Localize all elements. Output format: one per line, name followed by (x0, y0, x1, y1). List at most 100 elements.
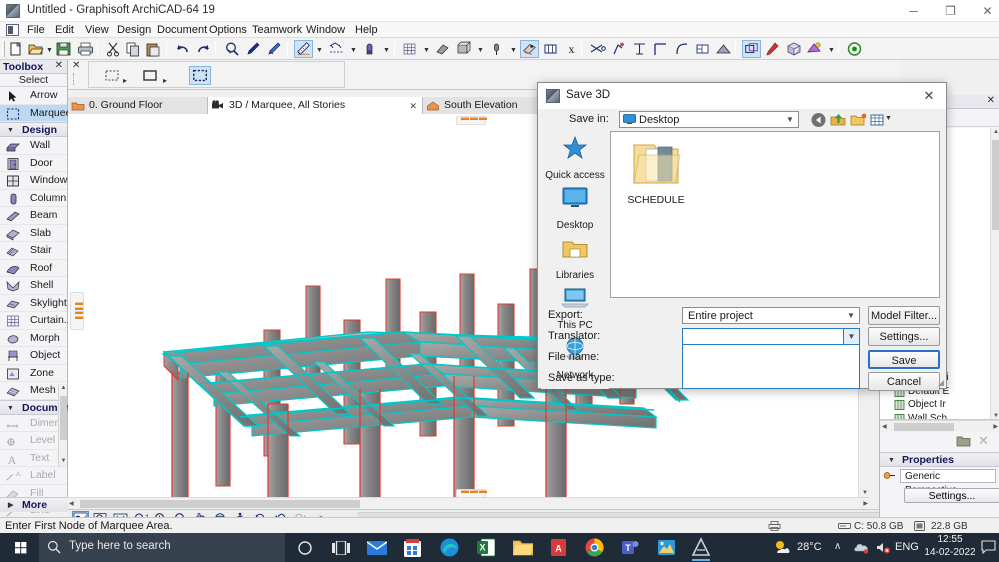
dimension-tool-button[interactable] (327, 40, 346, 58)
options-grip[interactable] (73, 73, 81, 85)
menu-window[interactable]: Window (301, 23, 350, 37)
dialog-close-button[interactable]: ✕ (912, 83, 946, 109)
view-settings-button[interactable]: Settings... (904, 488, 999, 503)
zone-dropdown-arrow[interactable]: ▼ (381, 40, 392, 58)
place-desktop[interactable]: Desktop (541, 181, 609, 231)
toolbox-item-shell[interactable]: Shell (0, 277, 67, 295)
toolbox-item-text[interactable]: A Text (0, 450, 67, 467)
marquee-thick-button[interactable] (189, 66, 211, 85)
tree-item-object-inventory[interactable]: Object Ir (880, 398, 999, 412)
weather-sun-cloud-icon[interactable] (774, 539, 792, 559)
task-view-icon[interactable] (332, 540, 350, 558)
tree-vscroll-thumb[interactable] (992, 140, 999, 230)
toolbox-item-skylight[interactable]: Skylight (0, 295, 67, 312)
dialog-settings-button[interactable]: Settings... (868, 327, 940, 346)
toolbox-item-door[interactable]: Door (0, 155, 67, 172)
photos-icon[interactable] (657, 538, 676, 560)
file-item-schedule[interactable]: SCHEDULE (616, 137, 696, 206)
windows-start-icon[interactable] (5, 537, 37, 559)
toolbox-item-wall[interactable]: Wall (0, 137, 67, 155)
tree-hscroll-thumb[interactable] (894, 423, 954, 431)
adobe-acrobat-icon[interactable]: A (550, 538, 567, 560)
minimize-button[interactable]: ─ (895, 0, 932, 22)
toolbox-item-mesh[interactable]: Mesh (0, 382, 67, 400)
toolbox-item-beam[interactable]: Beam (0, 207, 67, 225)
tree-item-wall-schedule[interactable]: Wall Sch (880, 412, 999, 419)
redo-button[interactable] (194, 40, 213, 58)
toolbox-item-marquee[interactable]: Marquee (0, 104, 71, 122)
notification-icon[interactable] (981, 540, 996, 557)
toolbox-item-level-dimension[interactable]: Level ... (0, 432, 67, 450)
offset-button[interactable] (693, 40, 712, 58)
export-combobox[interactable]: Entire project ▼ (682, 307, 860, 324)
teams-icon[interactable]: T (621, 538, 640, 560)
toolbox-item-curtain-wall[interactable]: Curtain... (0, 312, 73, 330)
tab-close-icon[interactable]: ✕ (409, 98, 417, 115)
hatch-button[interactable] (433, 40, 452, 58)
delete-view-icon[interactable]: ✕ (978, 433, 989, 449)
toolbox-group-design[interactable]: Design (0, 122, 67, 138)
toolbox-item-arrow[interactable]: Arrow (0, 87, 67, 105)
tree-scroll-left-icon[interactable]: ◀ (882, 423, 887, 431)
split-button[interactable] (630, 40, 649, 58)
fillet-arc-button[interactable] (672, 40, 691, 58)
render-button[interactable] (805, 40, 824, 58)
solid-operations-button[interactable] (742, 40, 761, 58)
toolbox-item-slab[interactable]: Slab (0, 225, 67, 242)
elevation-marker-button[interactable] (541, 40, 560, 58)
measure-tool-button[interactable] (294, 40, 313, 58)
cortana-circle-icon[interactable] (297, 540, 313, 559)
save-file-button[interactable] (54, 40, 73, 58)
save-in-chevron-down-icon[interactable]: ▼ (782, 112, 798, 127)
properties-group-header[interactable]: Properties (880, 452, 999, 468)
trim-button[interactable] (588, 40, 607, 58)
teamwork-status-button[interactable] (845, 40, 864, 58)
toolbox-item-morph[interactable]: Morph (0, 330, 67, 347)
file-list-area[interactable]: SCHEDULE (610, 131, 940, 298)
save-button[interactable]: Save (868, 350, 940, 369)
cancel-button[interactable]: Cancel (868, 372, 940, 391)
left-marker-tab[interactable]: ▬ ▬ ▬ ▬ (70, 292, 84, 330)
translator-dropdown-list[interactable] (682, 344, 860, 389)
tree-vertical-scrollbar[interactable]: ▲ ▼ (990, 128, 999, 419)
solid-dropdown-arrow[interactable]: ▼ (475, 40, 486, 58)
create-new-folder-button[interactable] (850, 112, 867, 128)
new-file-button[interactable] (6, 40, 25, 58)
toolbox-item-roof[interactable]: Roof (0, 260, 67, 277)
pin-button[interactable] (487, 40, 506, 58)
speaker-muted-icon[interactable] (876, 541, 891, 557)
mail-envelope-icon[interactable] (366, 541, 388, 558)
multiply-button[interactable]: x (562, 40, 581, 58)
translator-combobox[interactable]: ▼ (682, 328, 860, 345)
toolbox-item-window[interactable]: Window (0, 172, 67, 190)
chrome-browser-icon[interactable] (585, 538, 604, 560)
toolbar-grip[interactable] (2, 41, 5, 57)
toolbox-close-icon[interactable]: ✕ (55, 60, 63, 71)
model-filter-button[interactable]: Model Filter... (868, 306, 940, 325)
options-close-icon[interactable]: ✕ (72, 60, 80, 71)
tree-horizontal-scrollbar[interactable]: ◀ ▶ (880, 420, 999, 432)
tab-3d-marquee-all-stories[interactable]: 3D / Marquee, All Stories ✕ (208, 97, 423, 114)
pin-dropdown-arrow[interactable]: ▼ (508, 40, 519, 58)
canvas-hscroll-thumb[interactable] (80, 500, 360, 508)
menu-edit[interactable]: Edit (50, 23, 79, 37)
find-select-button[interactable] (223, 40, 242, 58)
views-dropdown-chevron-down-icon[interactable]: ▼ (885, 115, 892, 122)
zone-stamp-button[interactable] (360, 40, 379, 58)
menu-design[interactable]: Design (112, 23, 156, 37)
menu-file[interactable]: File (22, 23, 50, 37)
taskbar-clock-time[interactable]: 12:55 (924, 534, 976, 545)
canvas-horizontal-scrollbar[interactable]: ◀ ▶ (68, 497, 869, 509)
taskbar-clock-date[interactable]: 14-02-2022 (924, 547, 976, 558)
export-chevron-down-icon[interactable]: ▼ (843, 308, 859, 323)
toolbox-item-object[interactable]: Object (0, 347, 67, 365)
canvas-scroll-left-icon[interactable]: ◀ (69, 500, 74, 508)
tab-ground-floor[interactable]: 0. Ground Floor (68, 97, 208, 114)
excel-icon[interactable]: X (477, 538, 496, 560)
open-file-button[interactable] (26, 40, 45, 58)
toolbox-item-stair[interactable]: Stair (0, 242, 67, 260)
back-navigation-button[interactable] (810, 112, 827, 128)
cube-cut-button[interactable] (784, 40, 803, 58)
eyedropper-button[interactable] (244, 40, 263, 58)
taskbar-search-box[interactable]: Type here to search (39, 533, 285, 562)
